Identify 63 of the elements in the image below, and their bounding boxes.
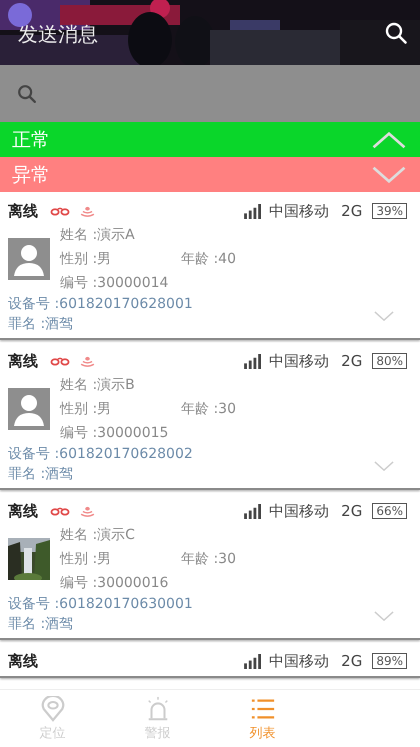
chevron-icon[interactable]: [374, 460, 394, 472]
battery-reading: 39%: [372, 203, 407, 219]
id-number-text: 编号 :30000016: [60, 574, 170, 593]
gender-text: 性别 :男: [60, 250, 112, 269]
page-title: 发送消息: [18, 21, 99, 48]
id-number-text: 编号 :30000014: [60, 274, 170, 293]
name-text: 姓名 :演示A: [60, 226, 136, 245]
network-label: 2G: [341, 652, 362, 670]
signal-icon: [244, 204, 264, 218]
search-icon[interactable]: [384, 20, 408, 44]
beacon-icon: [80, 506, 95, 516]
offense-text: 罪名 :酒驾: [8, 615, 74, 634]
person-card[interactable]: 离线 中国移动 2G 89%: [0, 642, 420, 678]
age-text: 年龄 :30: [181, 550, 236, 569]
beacon-icon: [80, 356, 95, 366]
battery-reading: 80%: [372, 353, 407, 369]
person-card[interactable]: 离线 中国移动 2G 66% 姓名 :演示C 性别 :男 年龄 :30 编号 :30000016 设备号 :601820170630001 罪名 :酒驾: [0, 492, 420, 640]
status-label: 离线: [8, 352, 38, 370]
name-text: 姓名 :演示C: [60, 526, 136, 545]
rings-icon: [50, 206, 70, 216]
chevron-icon: [370, 130, 408, 150]
rings-icon: [50, 356, 70, 366]
location-pin-icon: [40, 696, 66, 722]
signal-icon: [244, 654, 264, 668]
network-label: 2G: [341, 352, 362, 370]
id-number-text: 编号 :30000015: [60, 424, 170, 443]
nav-tab[interactable]: 列表: [210, 690, 315, 747]
chevron-icon[interactable]: [374, 310, 394, 322]
gender-text: 性别 :男: [60, 550, 112, 569]
person-card[interactable]: 离线 中国移动 2G 80% 姓名 :演示B 性别 :男 年龄 :30 编号 :30000015 设备号 :601820170628002 罪名 :酒驾: [0, 342, 420, 490]
group-header[interactable]: 正常: [0, 122, 420, 157]
offense-text: 罪名 :酒驾: [8, 315, 74, 334]
device-number-text: 设备号 :601820170630001: [8, 595, 193, 614]
carrier-label: 中国移动: [269, 352, 330, 370]
status-label: 离线: [8, 202, 38, 220]
status-label: 离线: [8, 502, 38, 520]
battery-reading: 89%: [372, 653, 407, 669]
battery-reading: 66%: [372, 503, 407, 519]
network-label: 2G: [341, 502, 362, 520]
age-text: 年龄 :40: [181, 250, 236, 269]
person-card[interactable]: 离线 中国移动 2G 39% 姓名 :演示A 性别 :男 年龄 :40 编号 :30000014 设备号 :601820170628001 罪名 :酒驾: [0, 192, 420, 340]
carrier-label: 中国移动: [269, 502, 330, 520]
search-icon: [16, 82, 38, 104]
offense-text: 罪名 :酒驾: [8, 465, 74, 484]
carrier-label: 中国移动: [269, 652, 330, 670]
group-header[interactable]: 异常: [0, 157, 420, 192]
carrier-label: 中国移动: [269, 202, 330, 220]
signal-icon: [244, 504, 264, 518]
chevron-icon[interactable]: [374, 610, 394, 622]
chevron-icon: [370, 164, 408, 184]
rings-icon: [50, 506, 70, 516]
name-text: 姓名 :演示B: [60, 376, 136, 395]
age-text: 年龄 :30: [181, 400, 236, 419]
beacon-icon: [80, 206, 95, 216]
network-label: 2G: [341, 202, 362, 220]
search-field[interactable]: [0, 65, 420, 122]
device-number-text: 设备号 :601820170628002: [8, 445, 193, 464]
device-number-text: 设备号 :601820170628001: [8, 295, 193, 314]
signal-icon: [244, 354, 264, 368]
status-label: 离线: [8, 652, 38, 670]
avatar-icon: [8, 238, 50, 280]
avatar-icon: [8, 388, 50, 430]
gender-text: 性别 :男: [60, 400, 112, 419]
